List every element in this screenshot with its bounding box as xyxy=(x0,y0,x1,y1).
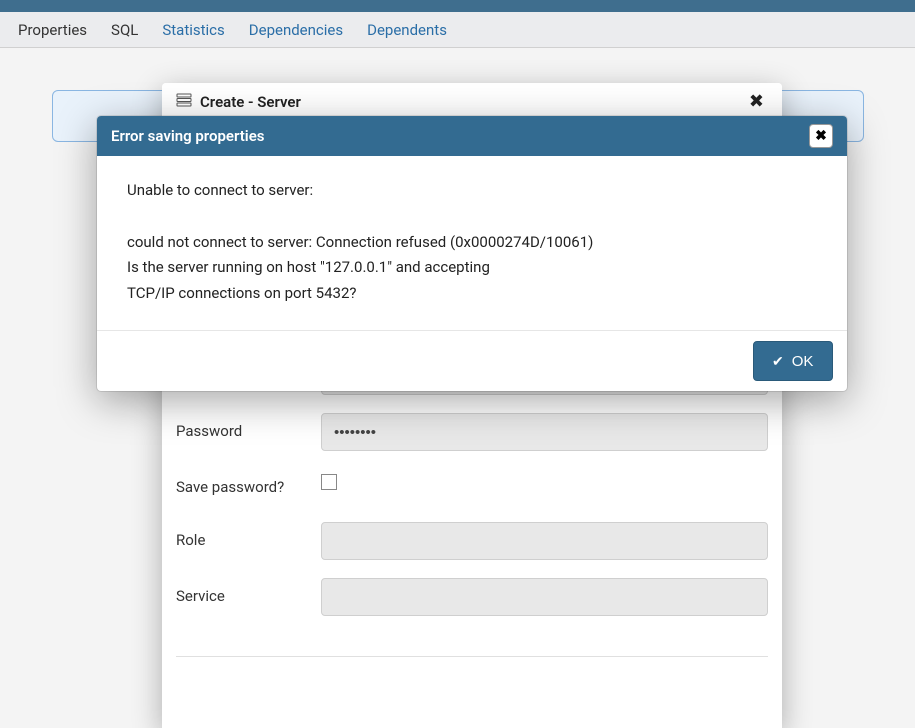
error-modal-footer: ✔ OK xyxy=(97,331,847,391)
save-password-label: Save password? xyxy=(176,469,321,498)
tab-dependencies[interactable]: Dependencies xyxy=(237,15,355,45)
tab-sql[interactable]: SQL xyxy=(99,15,150,45)
role-field[interactable] xyxy=(321,522,768,560)
close-icon: ✖ xyxy=(815,128,827,144)
service-label: Service xyxy=(176,578,321,607)
app-top-bar xyxy=(0,0,915,12)
error-modal-title: Error saving properties xyxy=(111,127,809,145)
check-icon: ✔ xyxy=(772,353,784,370)
save-password-checkbox[interactable] xyxy=(321,474,337,490)
create-server-dialog-title: Create - Server xyxy=(200,93,745,111)
password-field[interactable] xyxy=(321,413,768,451)
role-label: Role xyxy=(176,522,321,551)
tab-statistics[interactable]: Statistics xyxy=(150,15,236,45)
error-modal: Error saving properties ✖ Unable to conn… xyxy=(97,116,847,391)
close-dialog-button[interactable]: ✖ xyxy=(745,87,768,116)
main-tabstrip: Properties SQL Statistics Dependencies D… xyxy=(0,12,915,48)
error-message-line3: TCP/IP connections on port 5432? xyxy=(127,281,817,307)
tab-properties[interactable]: Properties xyxy=(6,15,99,45)
ok-button-label: OK xyxy=(792,353,814,370)
error-message-line2: Is the server running on host "127.0.0.1… xyxy=(127,255,817,281)
server-icon xyxy=(176,92,192,112)
password-label: Password xyxy=(176,413,321,442)
form-row-password: Password xyxy=(176,413,768,451)
ok-button[interactable]: ✔ OK xyxy=(753,341,833,381)
error-message-line1: could not connect to server: Connection … xyxy=(127,230,817,256)
error-modal-body: Unable to connect to server: could not c… xyxy=(97,156,847,331)
form-row-service: Service xyxy=(176,578,768,616)
form-row-role: Role xyxy=(176,522,768,560)
dialog-footer-strip xyxy=(176,656,768,668)
form-row-save-password: Save password? xyxy=(176,469,768,498)
service-field[interactable] xyxy=(321,578,768,616)
main-panel: Create - Server ✖ Username Password Save… xyxy=(0,48,915,673)
error-modal-header: Error saving properties ✖ xyxy=(97,116,847,156)
error-message-intro: Unable to connect to server: xyxy=(127,178,817,204)
close-error-button[interactable]: ✖ xyxy=(809,124,833,148)
tab-dependents[interactable]: Dependents xyxy=(355,15,459,45)
